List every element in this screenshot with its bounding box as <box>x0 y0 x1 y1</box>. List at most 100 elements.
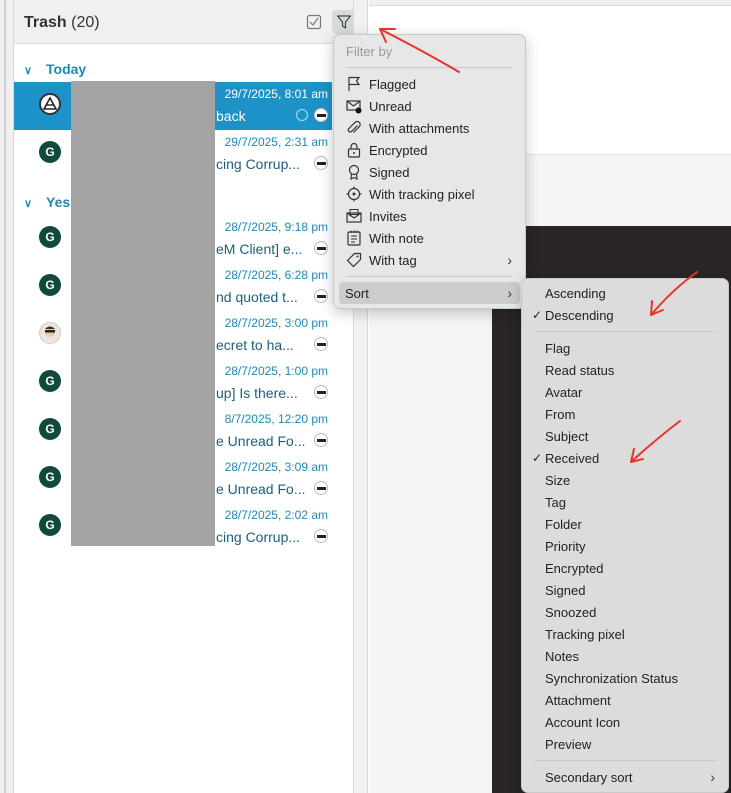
sort-by-signed[interactable]: Signed <box>527 579 723 601</box>
person-photo-icon <box>45 326 55 337</box>
menu-item-label: Sort <box>345 285 369 301</box>
divider <box>534 331 717 332</box>
menu-item-sort[interactable]: Sort › <box>339 282 520 304</box>
menu-item-label: Attachment <box>545 692 611 708</box>
menu-item-label: Account Icon <box>545 714 621 730</box>
menu-item-unread[interactable]: Unread <box>339 95 520 117</box>
sender-photo-icon <box>314 337 328 351</box>
menu-item-label: Notes <box>545 648 579 664</box>
group-today[interactable]: ∨ Today <box>24 61 86 77</box>
message-subject: e Unread Fo... <box>216 433 306 449</box>
crosshair-icon <box>345 185 363 203</box>
flag-icon <box>345 75 363 93</box>
sender-photo-icon <box>314 529 328 543</box>
chevron-down-icon: ∨ <box>24 65 33 77</box>
reading-pane-toolbar <box>369 0 731 6</box>
group-yesterday[interactable]: ∨ Yes <box>24 194 70 210</box>
sort-submenu: Ascending ✓ Descending Flag Read status A… <box>521 278 729 793</box>
sort-by-avatar[interactable]: Avatar <box>527 381 723 403</box>
sort-by-encrypted[interactable]: Encrypted <box>527 557 723 579</box>
avatar: G <box>39 370 61 392</box>
sort-by-flag[interactable]: Flag <box>527 337 723 359</box>
message-subject: e Unread Fo... <box>216 481 306 497</box>
avatar <box>39 93 61 115</box>
menu-item-invites[interactable]: Invites <box>339 205 520 227</box>
tag-icon <box>345 251 363 269</box>
menu-item-with-attachments[interactable]: With attachments <box>339 117 520 139</box>
checkbox-icon <box>306 14 322 30</box>
secondary-sort[interactable]: Secondary sort › <box>527 766 723 788</box>
avatar: G <box>39 514 61 536</box>
menu-item-label: Tracking pixel <box>545 626 625 642</box>
sort-by-size[interactable]: Size <box>527 469 723 491</box>
menu-item-label: Invites <box>369 208 407 224</box>
menu-item-label: Signed <box>369 164 410 180</box>
menu-item-label: With tag <box>369 252 417 268</box>
menu-item-label: Flagged <box>369 76 416 92</box>
ribbon-icon <box>345 163 363 181</box>
sort-by-snoozed[interactable]: Snoozed <box>527 601 723 623</box>
sender-photo-icon <box>314 385 328 399</box>
menu-item-with-tracking-pixel[interactable]: With tracking pixel <box>339 183 520 205</box>
menu-item-label: Size <box>545 472 571 488</box>
avatar: G <box>39 141 61 163</box>
sort-by-folder[interactable]: Folder <box>527 513 723 535</box>
filter-menu-header: Filter by <box>346 44 393 59</box>
message-date: 28/7/2025, 1:00 pm <box>224 364 328 378</box>
menu-item-encrypted[interactable]: Encrypted <box>339 139 520 161</box>
message-subject: nd quoted t... <box>216 289 298 305</box>
message-subject: eM Client] e... <box>216 241 303 257</box>
message-date: 29/7/2025, 2:31 am <box>224 135 328 149</box>
folder-title: Trash (20) <box>24 14 100 32</box>
sort-by-sync-status[interactable]: Synchronization Status <box>527 667 723 689</box>
message-date: 28/7/2025, 3:00 pm <box>224 316 328 330</box>
sort-by-tracking-pixel[interactable]: Tracking pixel <box>527 623 723 645</box>
menu-item-with-note[interactable]: With note <box>339 227 520 249</box>
sort-by-received[interactable]: ✓ Received <box>527 447 723 469</box>
sender-photo-icon <box>314 108 328 122</box>
message-date: 28/7/2025, 3:09 am <box>224 460 328 474</box>
menu-item-label: Tag <box>545 494 566 510</box>
sync-icon <box>296 109 308 121</box>
sort-by-tag[interactable]: Tag <box>527 491 723 513</box>
sort-by-from[interactable]: From <box>527 403 723 425</box>
message-date: 28/7/2025, 2:02 am <box>224 508 328 522</box>
menu-item-label: Encrypted <box>369 142 428 158</box>
sort-by-preview[interactable]: Preview <box>527 733 723 755</box>
menu-item-label: Synchronization Status <box>545 670 678 686</box>
message-date: 29/7/2025, 8:01 am <box>224 87 328 101</box>
avatar: G <box>39 274 61 296</box>
checkmark-icon: ✓ <box>532 451 543 465</box>
chevron-right-icon: › <box>710 769 715 785</box>
sort-by-read-status[interactable]: Read status <box>527 359 723 381</box>
menu-item-label: Subject <box>545 428 589 444</box>
sort-by-account-icon[interactable]: Account Icon <box>527 711 723 733</box>
menu-item-flagged[interactable]: Flagged <box>339 73 520 95</box>
message-subject: back <box>216 108 246 124</box>
menu-item-signed[interactable]: Signed <box>339 161 520 183</box>
menu-item-label: Read status <box>545 362 615 378</box>
message-subject: up] Is there... <box>216 385 298 401</box>
note-icon <box>345 229 363 247</box>
sort-by-notes[interactable]: Notes <box>527 645 723 667</box>
lock-icon <box>345 141 363 159</box>
select-all-button[interactable] <box>302 10 326 34</box>
sort-by-attachment[interactable]: Attachment <box>527 689 723 711</box>
sort-by-subject[interactable]: Subject <box>527 425 723 447</box>
menu-item-with-tag[interactable]: With tag › <box>339 249 520 271</box>
chevron-right-icon: › <box>507 285 512 301</box>
message-date: 8/7/2025, 12:20 pm <box>224 412 328 426</box>
sort-by-priority[interactable]: Priority <box>527 535 723 557</box>
message-date: 28/7/2025, 6:28 pm <box>224 268 328 282</box>
logo-icon <box>42 96 58 110</box>
chevron-down-icon: ∨ <box>24 198 33 210</box>
paperclip-icon <box>345 119 363 137</box>
sort-ascending[interactable]: Ascending <box>527 282 723 304</box>
divider <box>346 276 512 277</box>
funnel-icon <box>336 15 352 29</box>
group-label: Today <box>46 61 87 77</box>
divider <box>534 760 717 761</box>
menu-item-label: Folder <box>545 516 582 532</box>
checkmark-icon: ✓ <box>532 308 543 322</box>
sort-descending[interactable]: ✓ Descending <box>527 304 723 326</box>
